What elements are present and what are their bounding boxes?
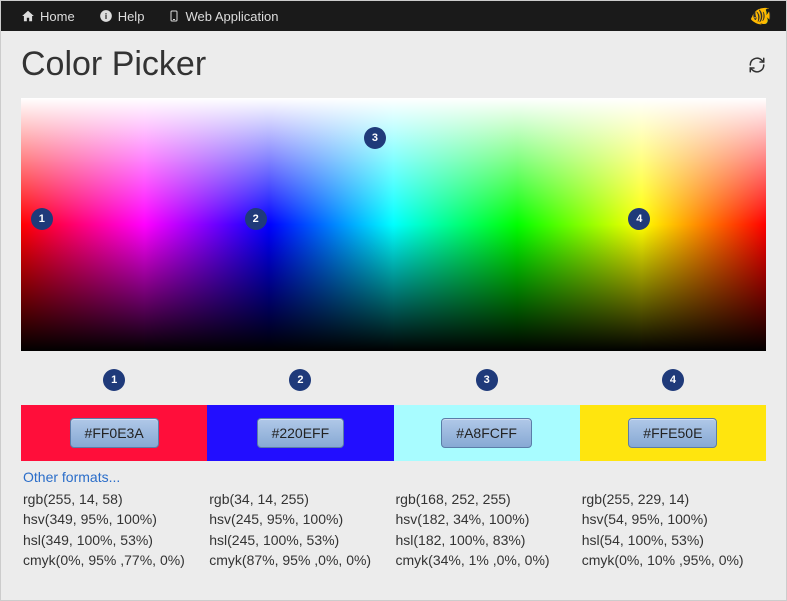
svg-text:i: i (105, 12, 107, 21)
swatch-badge-col: 1 (21, 369, 207, 399)
page-title: Color Picker (21, 45, 206, 84)
swatch-badge-col: 2 (207, 369, 393, 399)
hex-button-1[interactable]: #FF0E3A (70, 418, 159, 448)
format-hsv: hsv(245, 95%, 100%) (209, 509, 393, 529)
swatch-badge-1: 1 (103, 369, 125, 391)
swatches-row: #FF0E3A #220EFF #A8FCFF #FFE50E (21, 405, 766, 461)
hex-button-4[interactable]: #FFE50E (628, 418, 717, 448)
format-hsl: hsl(349, 100%, 53%) (23, 530, 207, 550)
swatch-badges-row: 1 2 3 4 (21, 369, 766, 399)
format-hsv: hsv(182, 34%, 100%) (396, 509, 580, 529)
content: Color Picker 1 2 3 4 1 2 3 4 #FF0E3A #220EFF #A8… (1, 31, 786, 600)
swatch-badge-2: 2 (289, 369, 311, 391)
swatch-badge-3: 3 (476, 369, 498, 391)
info-icon: i (99, 9, 113, 23)
format-rgb: rgb(168, 252, 255) (396, 489, 580, 509)
format-col-4: rgb(255, 229, 14)hsv(54, 95%, 100%)hsl(5… (580, 489, 766, 570)
nav-webapp-label: Web Application (185, 9, 278, 24)
phone-icon (168, 9, 180, 23)
swatch-3: #A8FCFF (394, 405, 580, 461)
format-rgb: rgb(255, 14, 58) (23, 489, 207, 509)
hex-button-2[interactable]: #220EFF (257, 418, 345, 448)
format-hsv: hsv(54, 95%, 100%) (582, 509, 766, 529)
home-icon (21, 9, 35, 23)
format-cmyk: cmyk(0%, 10% ,95%, 0%) (582, 550, 766, 570)
format-hsl: hsl(54, 100%, 53%) (582, 530, 766, 550)
color-gradient[interactable]: 1 2 3 4 (21, 98, 766, 351)
swatch-badge-col: 4 (580, 369, 766, 399)
format-cmyk: cmyk(34%, 1% ,0%, 0%) (396, 550, 580, 570)
nav-home-label: Home (40, 9, 75, 24)
format-rgb: rgb(255, 229, 14) (582, 489, 766, 509)
swatch-1: #FF0E3A (21, 405, 207, 461)
format-hsv: hsv(349, 95%, 100%) (23, 509, 207, 529)
gradient-marker-4[interactable]: 4 (628, 208, 650, 230)
gradient-marker-2[interactable]: 2 (245, 208, 267, 230)
nav-webapp[interactable]: Web Application (156, 1, 290, 31)
swatch-4: #FFE50E (580, 405, 766, 461)
gradient-marker-3[interactable]: 3 (364, 127, 386, 149)
swatch-2: #220EFF (207, 405, 393, 461)
nav-right: 🐠 (750, 6, 778, 27)
format-col-2: rgb(34, 14, 255)hsv(245, 95%, 100%)hsl(2… (207, 489, 393, 570)
nav-help-label: Help (118, 9, 145, 24)
formats-row: rgb(255, 14, 58)hsv(349, 95%, 100%)hsl(3… (21, 489, 766, 570)
fish-icon[interactable]: 🐠 (750, 6, 772, 27)
format-col-3: rgb(168, 252, 255)hsv(182, 34%, 100%)hsl… (394, 489, 580, 570)
format-hsl: hsl(182, 100%, 83%) (396, 530, 580, 550)
format-cmyk: cmyk(87%, 95% ,0%, 0%) (209, 550, 393, 570)
swatch-badge-col: 3 (394, 369, 580, 399)
navbar: Home i Help Web Application 🐠 (1, 1, 786, 31)
nav-home[interactable]: Home (9, 1, 87, 31)
format-rgb: rgb(34, 14, 255) (209, 489, 393, 509)
gradient-marker-1[interactable]: 1 (31, 208, 53, 230)
format-cmyk: cmyk(0%, 95% ,77%, 0%) (23, 550, 207, 570)
header-row: Color Picker (21, 45, 766, 84)
hex-button-3[interactable]: #A8FCFF (441, 418, 532, 448)
other-formats-link[interactable]: Other formats... (23, 469, 120, 485)
refresh-button[interactable] (748, 56, 766, 74)
format-col-1: rgb(255, 14, 58)hsv(349, 95%, 100%)hsl(3… (21, 489, 207, 570)
nav-help[interactable]: i Help (87, 1, 157, 31)
swatch-badge-4: 4 (662, 369, 684, 391)
format-hsl: hsl(245, 100%, 53%) (209, 530, 393, 550)
